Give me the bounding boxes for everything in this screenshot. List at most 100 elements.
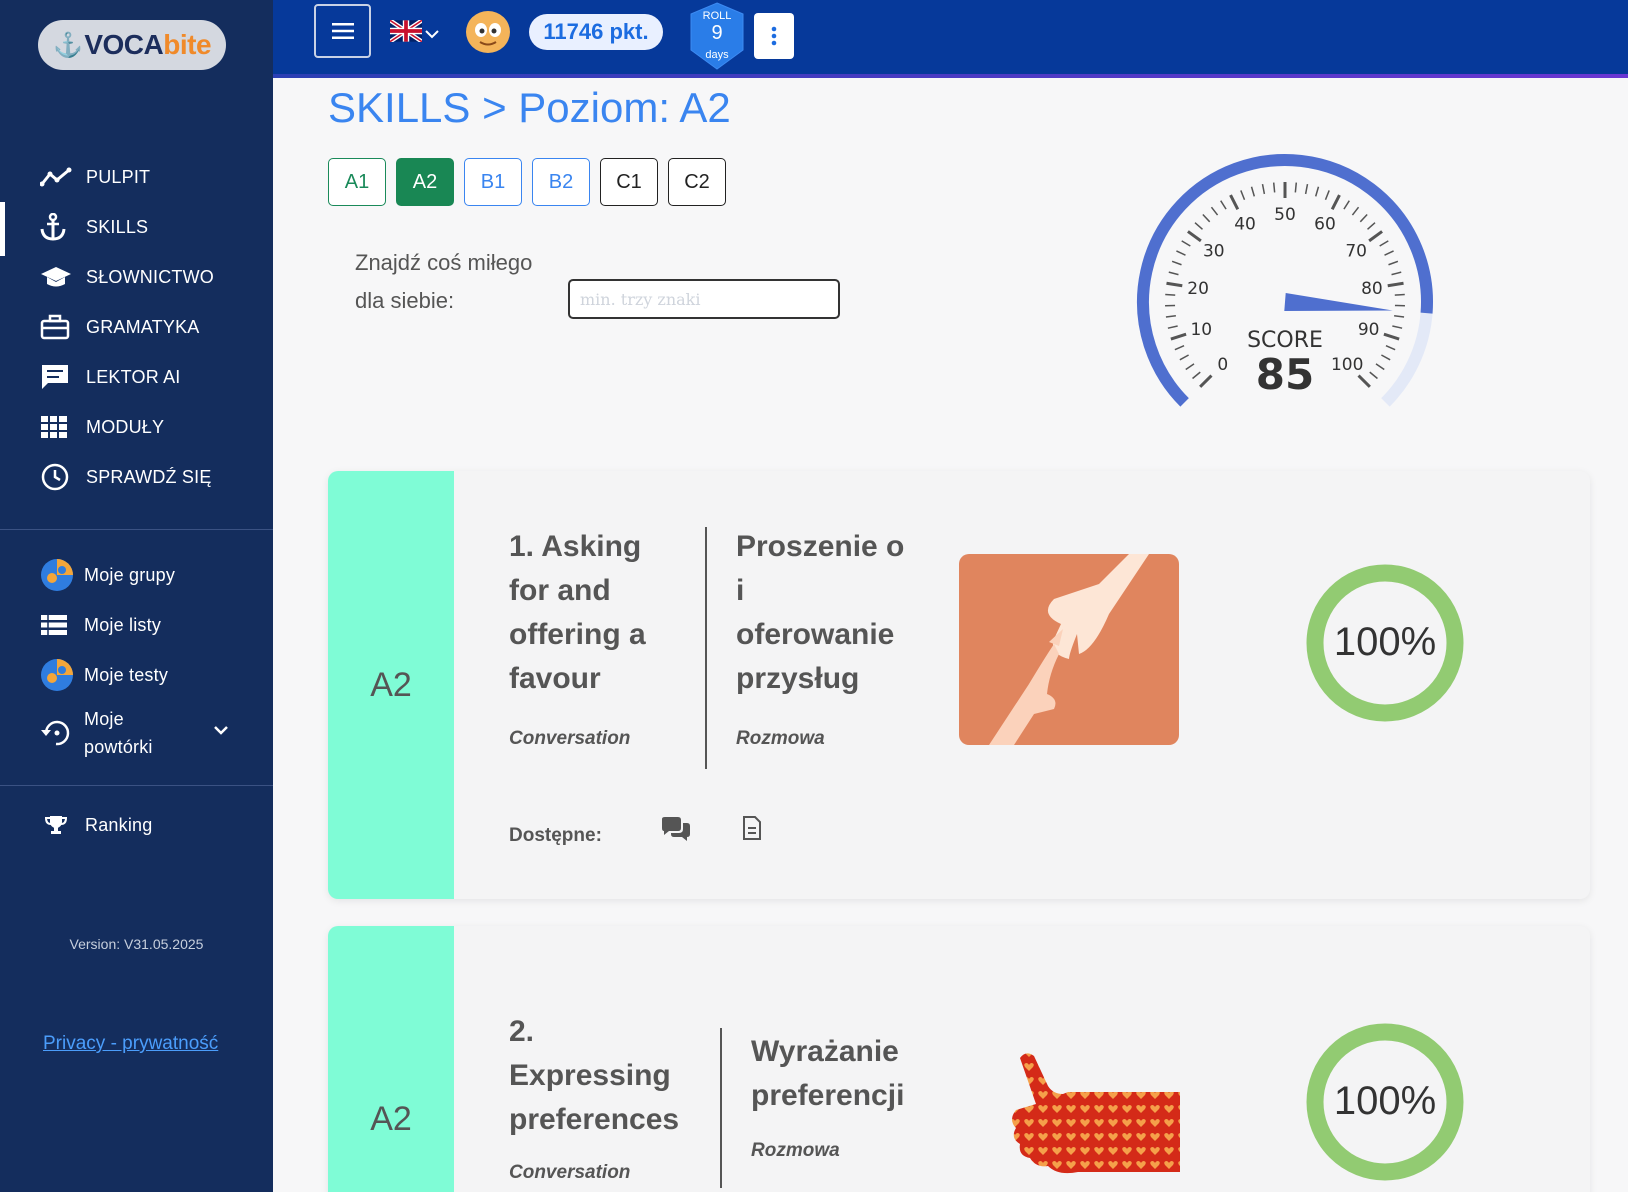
title-line: 1. Asking: [509, 530, 642, 563]
sidebar-item-label: SPRAWDŹ SIĘ: [86, 466, 212, 487]
gauge-tick-label: 10: [1190, 320, 1212, 340]
card-title-pl: Wyrażanie preferencji: [751, 1030, 904, 1118]
gauge-tick-label: 60: [1314, 215, 1336, 235]
repeat-icon: [40, 718, 74, 748]
clock-icon: [40, 462, 74, 492]
list-icon: [40, 610, 74, 640]
logo-text-2: bite: [163, 29, 212, 60]
card-level: A2: [328, 471, 454, 899]
secondary-nav: Moje grupy Moje listy Moje testy Moje po…: [0, 550, 273, 766]
card-divider: [705, 527, 707, 769]
gauge-tick: [1324, 190, 1330, 201]
gauge-tick: [1187, 230, 1202, 243]
gauge-tick: [1369, 371, 1378, 380]
conversation-icon[interactable]: [661, 817, 691, 848]
card-title-en[interactable]: 2. Expressing preferences: [509, 1010, 679, 1142]
uk-flag-icon[interactable]: [388, 18, 424, 44]
sidebar-item-moduly[interactable]: MODUŁY: [0, 402, 273, 452]
sidebar-item-label: GRAMATYKA: [86, 316, 200, 337]
gauge-tick: [1168, 271, 1179, 276]
hamburger-menu-button[interactable]: [314, 4, 371, 58]
main-nav: PULPIT SKILLS SŁOWNICTWO GRAMATYKA LEKTO…: [0, 152, 273, 502]
briefcase-icon: [40, 312, 74, 342]
gauge-tick: [1250, 186, 1256, 197]
gauge-tick-label: 30: [1203, 241, 1225, 261]
streak-number: 9: [711, 22, 723, 44]
gauge-tick: [1394, 293, 1405, 296]
label-line-1: Moje: [84, 709, 124, 729]
logo[interactable]: ⚓ VOCA bite: [38, 20, 226, 70]
gauge-tick: [1343, 200, 1350, 210]
points-badge[interactable]: 11746 pkt.: [529, 14, 663, 50]
streak-badge[interactable]: ROLL 9 days: [688, 2, 746, 70]
language-chevron-icon[interactable]: [425, 26, 439, 44]
logo-anchor-icon: ⚓: [52, 31, 83, 59]
level-button-c2[interactable]: C2: [668, 158, 726, 206]
sidebar-item-label: Moje powtórki: [84, 705, 153, 761]
sidebar-item-moje-testy[interactable]: Moje testy: [0, 650, 273, 700]
gauge-tick-label: 50: [1274, 205, 1296, 225]
gauge-tick: [1384, 250, 1394, 256]
gauge-tick: [1388, 260, 1399, 266]
level-button-a1[interactable]: A1: [328, 158, 386, 206]
card-title-en[interactable]: 1. Asking for and offering a favour: [509, 525, 646, 701]
document-icon[interactable]: [742, 816, 762, 845]
level-button-a2[interactable]: A2: [396, 158, 454, 206]
gauge-tick: [1351, 206, 1360, 216]
skill-card[interactable]: A2 1. Asking for and offering a favour C…: [328, 471, 1590, 899]
gauge-tick: [1367, 222, 1376, 230]
groups-icon: [40, 559, 74, 591]
sidebar-item-label: SŁOWNICTWO: [86, 266, 214, 287]
gauge-tick-label: 100: [1331, 355, 1363, 375]
sidebar-item-moje-powtorki[interactable]: Moje powtórki: [0, 700, 273, 766]
privacy-link[interactable]: Privacy - prywatność: [43, 1033, 218, 1055]
sidebar-item-ranking[interactable]: Ranking: [0, 800, 273, 850]
gauge-tick: [1394, 315, 1405, 318]
gauge-tick: [1170, 332, 1187, 341]
title-line: for and: [509, 574, 611, 607]
gauge-tick: [1314, 186, 1320, 197]
sidebar-item-gramatyka[interactable]: GRAMATYKA: [0, 302, 273, 352]
hamburger-icon: [331, 23, 354, 39]
gauge-tick: [1202, 214, 1211, 223]
sidebar-item-moje-listy[interactable]: Moje listy: [0, 600, 273, 650]
gauge-tick: [1391, 271, 1402, 276]
gauge-tick: [1294, 182, 1298, 193]
sidebar-item-lektor-ai[interactable]: LEKTOR AI: [0, 352, 273, 402]
gauge-tick: [1359, 214, 1368, 223]
progress-text: 100%: [1334, 620, 1436, 664]
title-line: przysług: [736, 662, 860, 695]
sidebar-item-sprawdz-sie[interactable]: SPRAWDŹ SIĘ: [0, 452, 273, 502]
sidebar-item-slownictwo[interactable]: SŁOWNICTWO: [0, 252, 273, 302]
avatar[interactable]: [466, 11, 510, 53]
more-options-button[interactable]: [754, 13, 794, 59]
level-button-b1[interactable]: B1: [464, 158, 522, 206]
sidebar-item-moje-grupy[interactable]: Moje grupy: [0, 550, 273, 600]
sidebar-item-pulpit[interactable]: PULPIT: [0, 152, 273, 202]
thumbs-up-image: [1008, 1046, 1180, 1181]
gauge-tick: [1165, 293, 1176, 296]
title-line: i: [736, 574, 745, 607]
trophy-icon: [45, 810, 73, 840]
logo-text-1: VOCA: [84, 29, 164, 60]
skill-card[interactable]: A2 2. Expressing preferences Conversatio…: [328, 926, 1590, 1192]
gauge-tick: [1304, 183, 1309, 195]
gauge-tick: [1165, 315, 1176, 318]
progress-ring: 100%: [1306, 1023, 1464, 1181]
title-line: oferowanie: [736, 618, 895, 651]
gauge-tick-label: 90: [1358, 320, 1380, 340]
gauge-tick: [1166, 281, 1183, 288]
category-pl: Rozmowa: [751, 1140, 840, 1161]
title-line: 2.: [509, 1015, 535, 1048]
sidebar-item-skills[interactable]: SKILLS: [0, 202, 273, 256]
gauge-tick: [1179, 354, 1189, 361]
level-button-c1[interactable]: C1: [600, 158, 658, 206]
search-input[interactable]: [568, 279, 840, 319]
available-label: Dostępne:: [509, 825, 602, 846]
progress-ring: 100%: [1306, 564, 1464, 722]
level-button-b2[interactable]: B2: [532, 158, 590, 206]
gauge-tick: [1387, 281, 1404, 288]
gauge-tick: [1261, 183, 1266, 195]
chevron-down-icon[interactable]: [213, 722, 229, 740]
category-pl: Rozmowa: [736, 728, 825, 749]
